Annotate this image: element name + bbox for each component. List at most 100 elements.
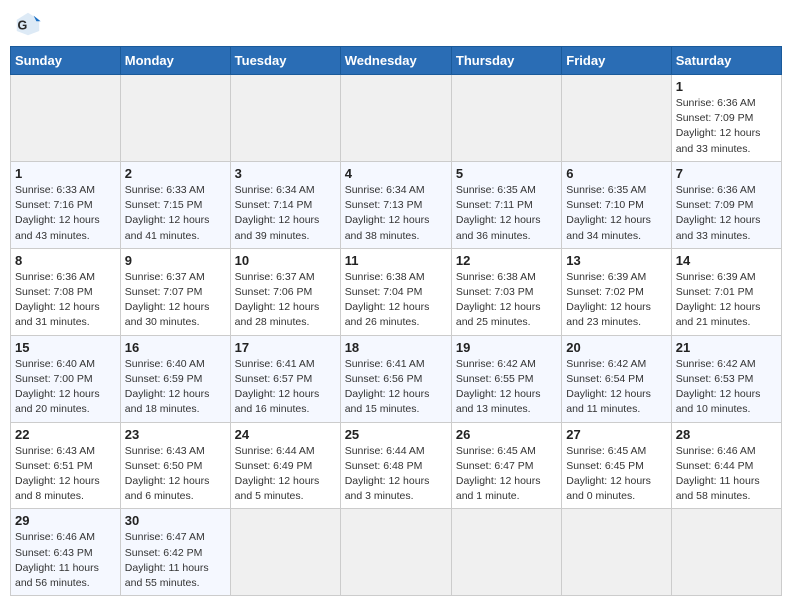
day-info: Sunrise: 6:39 AM Sunset: 7:01 PM Dayligh… — [676, 270, 777, 331]
day-info: Sunrise: 6:34 AM Sunset: 7:14 PM Dayligh… — [235, 183, 336, 244]
day-number: 29 — [15, 513, 116, 528]
calendar-day-cell — [11, 75, 121, 162]
calendar-day-cell: 9 Sunrise: 6:37 AM Sunset: 7:07 PM Dayli… — [120, 248, 230, 335]
day-info: Sunrise: 6:34 AM Sunset: 7:13 PM Dayligh… — [345, 183, 447, 244]
day-number: 18 — [345, 340, 447, 355]
day-info: Sunrise: 6:46 AM Sunset: 6:43 PM Dayligh… — [15, 530, 116, 591]
calendar-table: SundayMondayTuesdayWednesdayThursdayFrid… — [10, 46, 782, 596]
day-number: 20 — [566, 340, 666, 355]
day-info: Sunrise: 6:38 AM Sunset: 7:04 PM Dayligh… — [345, 270, 447, 331]
calendar-week-row: 1 Sunrise: 6:36 AM Sunset: 7:09 PM Dayli… — [11, 75, 782, 162]
day-number: 2 — [125, 166, 226, 181]
calendar-body: 1 Sunrise: 6:36 AM Sunset: 7:09 PM Dayli… — [11, 75, 782, 596]
calendar-day-cell: 2 Sunrise: 6:33 AM Sunset: 7:15 PM Dayli… — [120, 161, 230, 248]
calendar-day-cell: 4 Sunrise: 6:34 AM Sunset: 7:13 PM Dayli… — [340, 161, 451, 248]
calendar-day-cell — [230, 509, 340, 596]
calendar-day-cell: 3 Sunrise: 6:34 AM Sunset: 7:14 PM Dayli… — [230, 161, 340, 248]
day-info: Sunrise: 6:44 AM Sunset: 6:49 PM Dayligh… — [235, 444, 336, 505]
day-info: Sunrise: 6:43 AM Sunset: 6:51 PM Dayligh… — [15, 444, 116, 505]
day-info: Sunrise: 6:43 AM Sunset: 6:50 PM Dayligh… — [125, 444, 226, 505]
calendar-day-cell: 16 Sunrise: 6:40 AM Sunset: 6:59 PM Dayl… — [120, 335, 230, 422]
day-info: Sunrise: 6:36 AM Sunset: 7:09 PM Dayligh… — [676, 183, 777, 244]
day-info: Sunrise: 6:41 AM Sunset: 6:56 PM Dayligh… — [345, 357, 447, 418]
day-info: Sunrise: 6:42 AM Sunset: 6:54 PM Dayligh… — [566, 357, 666, 418]
day-number: 7 — [676, 166, 777, 181]
day-info: Sunrise: 6:39 AM Sunset: 7:02 PM Dayligh… — [566, 270, 666, 331]
calendar-day-cell: 14 Sunrise: 6:39 AM Sunset: 7:01 PM Dayl… — [671, 248, 781, 335]
calendar-day-cell: 29 Sunrise: 6:46 AM Sunset: 6:43 PM Dayl… — [11, 509, 121, 596]
day-number: 1 — [676, 79, 777, 94]
calendar-day-cell: 1 Sunrise: 6:33 AM Sunset: 7:16 PM Dayli… — [11, 161, 121, 248]
weekday-header: Wednesday — [340, 47, 451, 75]
calendar-day-cell — [340, 509, 451, 596]
day-number: 17 — [235, 340, 336, 355]
calendar-day-cell: 27 Sunrise: 6:45 AM Sunset: 6:45 PM Dayl… — [562, 422, 671, 509]
day-info: Sunrise: 6:45 AM Sunset: 6:47 PM Dayligh… — [456, 444, 557, 505]
calendar-day-cell: 23 Sunrise: 6:43 AM Sunset: 6:50 PM Dayl… — [120, 422, 230, 509]
calendar-day-cell: 11 Sunrise: 6:38 AM Sunset: 7:04 PM Dayl… — [340, 248, 451, 335]
header-row: SundayMondayTuesdayWednesdayThursdayFrid… — [11, 47, 782, 75]
day-number: 10 — [235, 253, 336, 268]
calendar-day-cell: 22 Sunrise: 6:43 AM Sunset: 6:51 PM Dayl… — [11, 422, 121, 509]
calendar-day-cell: 17 Sunrise: 6:41 AM Sunset: 6:57 PM Dayl… — [230, 335, 340, 422]
calendar-day-cell — [451, 75, 561, 162]
calendar-day-cell: 15 Sunrise: 6:40 AM Sunset: 7:00 PM Dayl… — [11, 335, 121, 422]
day-info: Sunrise: 6:40 AM Sunset: 7:00 PM Dayligh… — [15, 357, 116, 418]
day-info: Sunrise: 6:37 AM Sunset: 7:07 PM Dayligh… — [125, 270, 226, 331]
calendar-day-cell — [230, 75, 340, 162]
weekday-header: Thursday — [451, 47, 561, 75]
day-number: 4 — [345, 166, 447, 181]
day-number: 5 — [456, 166, 557, 181]
day-number: 26 — [456, 427, 557, 442]
day-info: Sunrise: 6:37 AM Sunset: 7:06 PM Dayligh… — [235, 270, 336, 331]
calendar-day-cell: 24 Sunrise: 6:44 AM Sunset: 6:49 PM Dayl… — [230, 422, 340, 509]
calendar-day-cell: 26 Sunrise: 6:45 AM Sunset: 6:47 PM Dayl… — [451, 422, 561, 509]
day-number: 22 — [15, 427, 116, 442]
day-number: 12 — [456, 253, 557, 268]
day-number: 30 — [125, 513, 226, 528]
day-number: 1 — [15, 166, 116, 181]
calendar-week-row: 1 Sunrise: 6:33 AM Sunset: 7:16 PM Dayli… — [11, 161, 782, 248]
day-number: 27 — [566, 427, 666, 442]
calendar-day-cell: 19 Sunrise: 6:42 AM Sunset: 6:55 PM Dayl… — [451, 335, 561, 422]
calendar-day-cell: 18 Sunrise: 6:41 AM Sunset: 6:56 PM Dayl… — [340, 335, 451, 422]
calendar-header: SundayMondayTuesdayWednesdayThursdayFrid… — [11, 47, 782, 75]
day-number: 15 — [15, 340, 116, 355]
calendar-day-cell: 21 Sunrise: 6:42 AM Sunset: 6:53 PM Dayl… — [671, 335, 781, 422]
day-info: Sunrise: 6:42 AM Sunset: 6:53 PM Dayligh… — [676, 357, 777, 418]
day-info: Sunrise: 6:38 AM Sunset: 7:03 PM Dayligh… — [456, 270, 557, 331]
calendar-day-cell: 7 Sunrise: 6:36 AM Sunset: 7:09 PM Dayli… — [671, 161, 781, 248]
day-info: Sunrise: 6:40 AM Sunset: 6:59 PM Dayligh… — [125, 357, 226, 418]
calendar-day-cell — [120, 75, 230, 162]
calendar-day-cell: 28 Sunrise: 6:46 AM Sunset: 6:44 PM Dayl… — [671, 422, 781, 509]
calendar-week-row: 8 Sunrise: 6:36 AM Sunset: 7:08 PM Dayli… — [11, 248, 782, 335]
day-number: 9 — [125, 253, 226, 268]
day-info: Sunrise: 6:35 AM Sunset: 7:10 PM Dayligh… — [566, 183, 666, 244]
day-number: 8 — [15, 253, 116, 268]
calendar-day-cell: 1 Sunrise: 6:36 AM Sunset: 7:09 PM Dayli… — [671, 75, 781, 162]
day-number: 3 — [235, 166, 336, 181]
day-info: Sunrise: 6:45 AM Sunset: 6:45 PM Dayligh… — [566, 444, 666, 505]
day-info: Sunrise: 6:33 AM Sunset: 7:15 PM Dayligh… — [125, 183, 226, 244]
calendar-day-cell — [340, 75, 451, 162]
calendar-day-cell: 12 Sunrise: 6:38 AM Sunset: 7:03 PM Dayl… — [451, 248, 561, 335]
weekday-header: Friday — [562, 47, 671, 75]
day-info: Sunrise: 6:41 AM Sunset: 6:57 PM Dayligh… — [235, 357, 336, 418]
calendar-week-row: 15 Sunrise: 6:40 AM Sunset: 7:00 PM Dayl… — [11, 335, 782, 422]
day-info: Sunrise: 6:47 AM Sunset: 6:42 PM Dayligh… — [125, 530, 226, 591]
day-info: Sunrise: 6:36 AM Sunset: 7:09 PM Dayligh… — [676, 96, 777, 157]
day-number: 28 — [676, 427, 777, 442]
calendar-day-cell: 20 Sunrise: 6:42 AM Sunset: 6:54 PM Dayl… — [562, 335, 671, 422]
day-number: 13 — [566, 253, 666, 268]
weekday-header: Tuesday — [230, 47, 340, 75]
calendar-day-cell: 6 Sunrise: 6:35 AM Sunset: 7:10 PM Dayli… — [562, 161, 671, 248]
weekday-header: Saturday — [671, 47, 781, 75]
calendar-day-cell: 25 Sunrise: 6:44 AM Sunset: 6:48 PM Dayl… — [340, 422, 451, 509]
day-number: 25 — [345, 427, 447, 442]
day-number: 21 — [676, 340, 777, 355]
weekday-header: Monday — [120, 47, 230, 75]
day-info: Sunrise: 6:44 AM Sunset: 6:48 PM Dayligh… — [345, 444, 447, 505]
calendar-day-cell — [671, 509, 781, 596]
calendar-day-cell: 13 Sunrise: 6:39 AM Sunset: 7:02 PM Dayl… — [562, 248, 671, 335]
svg-text:G: G — [18, 19, 28, 33]
